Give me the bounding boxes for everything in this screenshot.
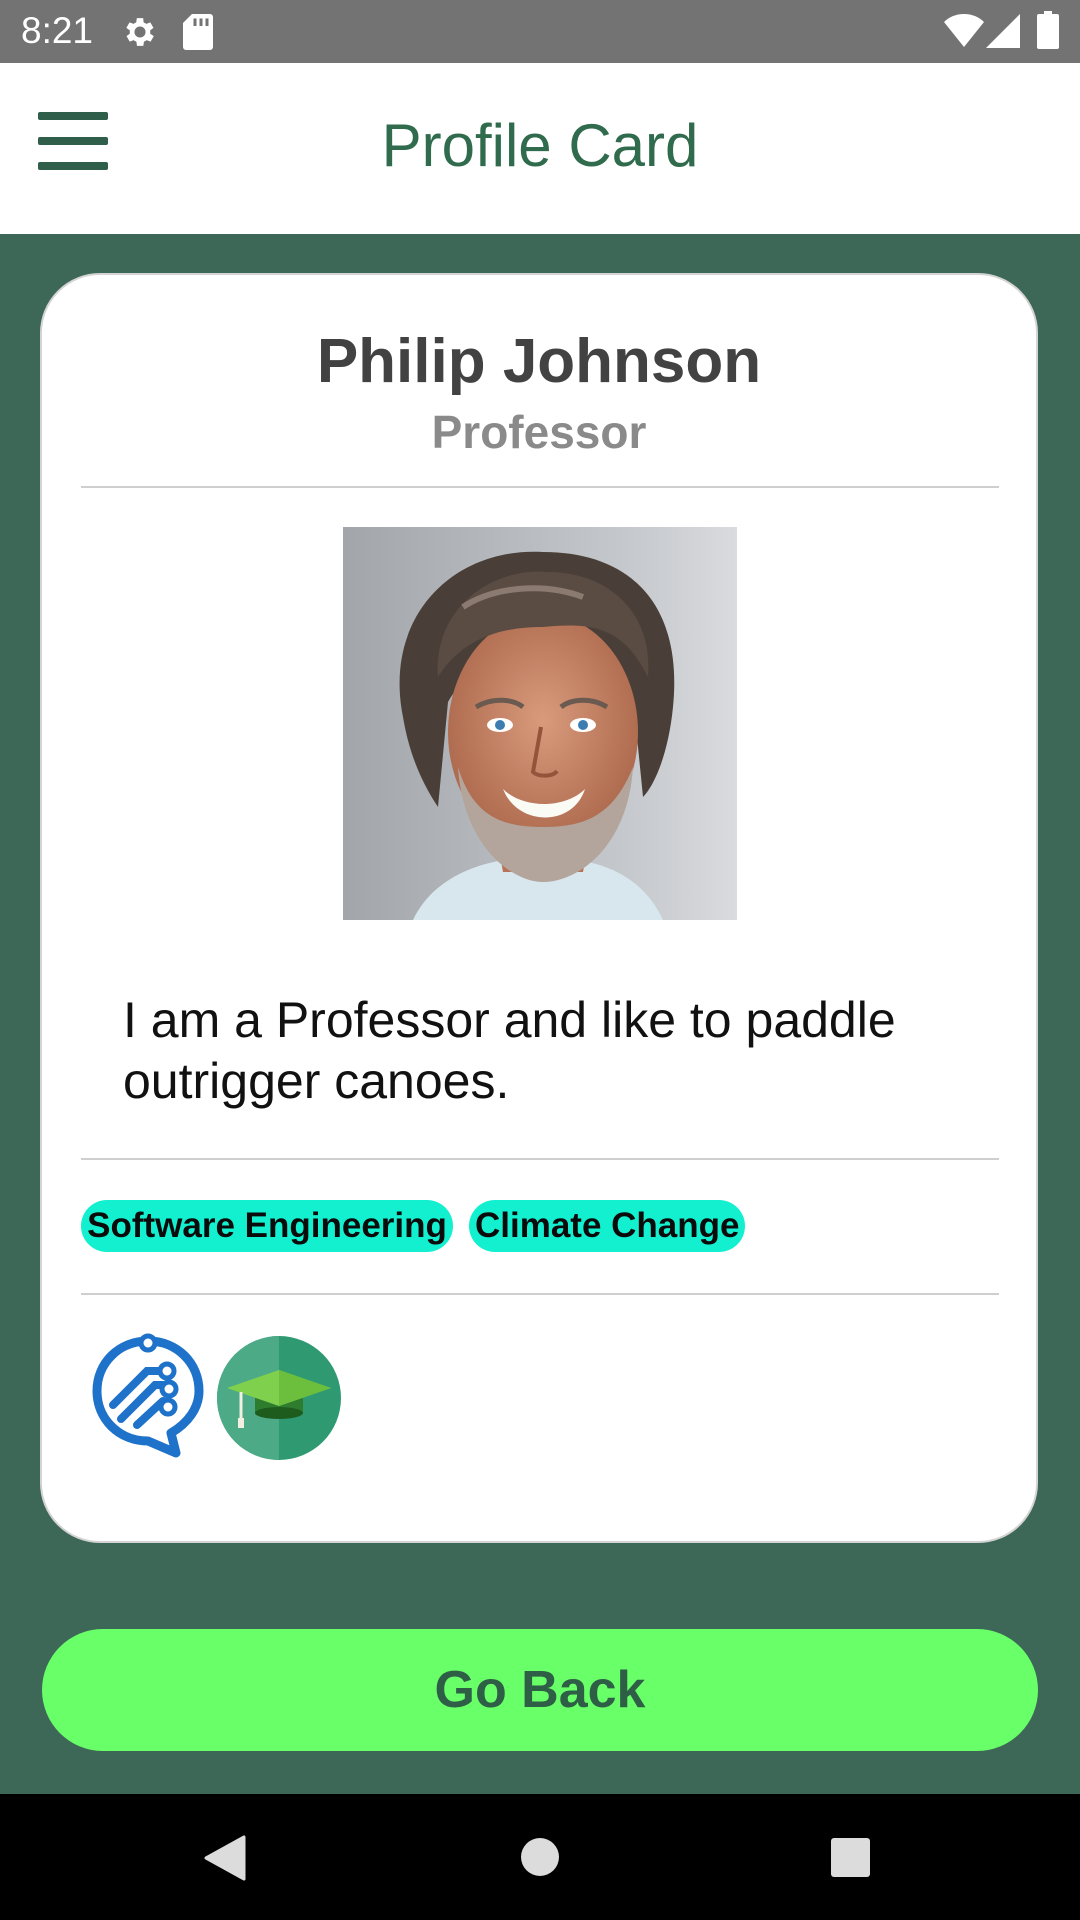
divider <box>81 1293 999 1295</box>
status-bar: 8:21 <box>0 0 1080 63</box>
profile-card: Philip Johnson Professor I am a Professo… <box>40 273 1038 1543</box>
navigation-bar <box>0 1794 1080 1920</box>
profile-title: Professor <box>431 406 647 458</box>
status-time: 8:21 <box>21 10 94 51</box>
gear-icon <box>126 18 154 46</box>
profile-bio: I am a Professor and like to paddle outr… <box>123 992 896 1109</box>
home-circle-icon[interactable] <box>520 1837 560 1877</box>
back-triangle-icon[interactable] <box>202 1835 246 1881</box>
divider <box>81 1158 999 1160</box>
recents-square-icon[interactable] <box>830 1837 871 1878</box>
portrait-photo <box>343 527 737 920</box>
wifi-icon <box>944 14 984 47</box>
tech-chat-icon <box>92 1333 204 1458</box>
divider <box>81 486 999 488</box>
profile-name: Philip Johnson <box>316 327 762 396</box>
page-title: Profile Card <box>381 112 699 179</box>
graduation-cap-icon <box>217 1336 341 1460</box>
battery-icon <box>1037 11 1059 49</box>
signal-icon <box>986 14 1020 48</box>
app-bar: Profile Card <box>0 63 1080 234</box>
interest-tag: Climate Change <box>469 1200 745 1252</box>
go-back-button[interactable]: Go Back <box>42 1629 1038 1751</box>
sd-card-icon <box>183 14 213 50</box>
interest-tag: Software Engineering <box>81 1200 453 1252</box>
